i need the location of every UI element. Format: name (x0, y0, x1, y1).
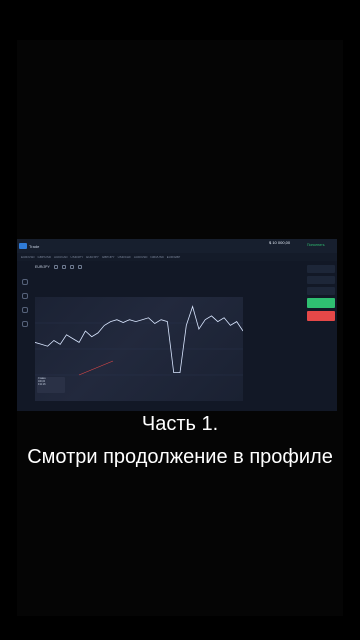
deposit-button[interactable]: Пополнить (307, 243, 325, 247)
trading-screenshot: Trade $ 10 000,00 Пополнить EUR/USD GBP/… (17, 239, 337, 411)
trade-info-time: 0:11:26 (38, 384, 46, 386)
trade-info-popup: Ставка 100,00 0:11:26 (37, 377, 65, 393)
brand-name: Trade (29, 243, 40, 249)
caption-part: Часть 1. (141, 413, 219, 435)
payout-field (307, 287, 335, 295)
market-icon[interactable] (22, 293, 28, 299)
tab-asset[interactable]: USD/CHF (118, 253, 131, 261)
down-button[interactable] (307, 311, 335, 321)
top-bar: Trade $ 10 000,00 Пополнить (17, 239, 337, 253)
tab-asset[interactable]: GBP/USD (38, 253, 52, 261)
timeframe-icon[interactable] (61, 265, 66, 269)
price-series-line (35, 305, 243, 373)
balance-amount: $ 10 000,00 (269, 240, 291, 245)
tab-asset[interactable]: EUR/GBP (167, 253, 181, 261)
price-chart[interactable] (35, 297, 243, 401)
chart-toolbar: EUR/JPY (35, 265, 82, 269)
tab-asset[interactable]: NZD/USD (150, 253, 163, 261)
tab-asset[interactable]: EUR/USD (21, 253, 35, 261)
brand[interactable]: Trade (19, 243, 39, 249)
trades-icon[interactable] (22, 279, 28, 285)
account-icon[interactable] (22, 321, 28, 327)
balance[interactable]: $ 10 000,00 (269, 241, 290, 245)
indicator-icon[interactable] (69, 265, 74, 269)
chart-type-icon[interactable] (53, 265, 58, 269)
trend-arrow (78, 360, 114, 376)
left-sidebar (19, 279, 31, 399)
caption-more: Смотри продолжение в профиле (27, 446, 333, 468)
tab-asset[interactable]: AUD/CAD (54, 253, 68, 261)
asset-selector[interactable]: EUR/JPY (35, 265, 50, 269)
amount-input[interactable] (307, 276, 335, 284)
support-icon[interactable] (22, 307, 28, 313)
tab-asset[interactable]: GBP/JPY (102, 253, 115, 261)
up-button[interactable] (307, 298, 335, 308)
logo-icon (19, 243, 27, 249)
time-input[interactable] (307, 265, 335, 273)
tab-asset[interactable]: USD/JPY (71, 253, 84, 261)
drawing-icon[interactable] (77, 265, 82, 269)
tab-asset[interactable]: EUR/JPY (86, 253, 99, 261)
asset-tabs: EUR/USD GBP/USD AUD/CAD USD/JPY EUR/JPY … (17, 253, 337, 261)
price-chart-svg (35, 305, 243, 376)
trade-panel (307, 265, 335, 321)
tab-asset[interactable]: AUD/USD (134, 253, 148, 261)
